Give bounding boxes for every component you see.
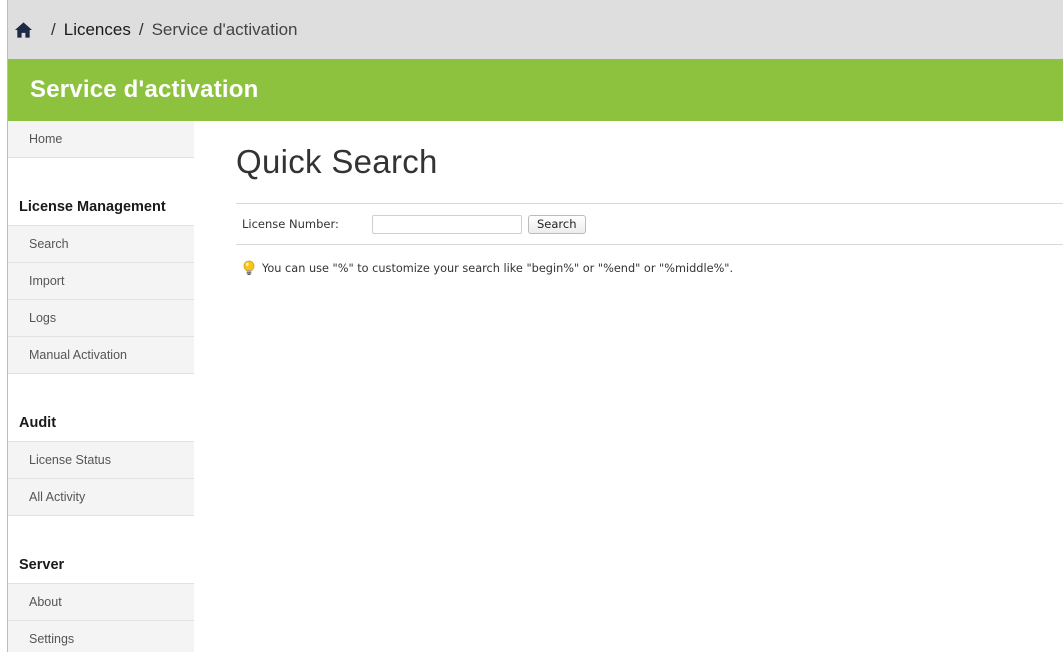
sidebar-item-about[interactable]: About [8, 584, 194, 621]
app-header: Service d'activation [8, 59, 1063, 121]
sidebar-section-audit: Audit [8, 405, 194, 442]
app-title: Service d'activation [30, 76, 259, 103]
breadcrumb-separator: / [138, 19, 144, 39]
sidebar-item-all-activity[interactable]: All Activity [8, 479, 194, 516]
search-hint-text: You can use "%" to customize your search… [262, 261, 734, 275]
app-window: / Licences / Service d'activation Servic… [7, 0, 1063, 652]
sidebar-item-logs[interactable]: Logs [8, 300, 194, 337]
sidebar-spacer [8, 374, 194, 405]
sidebar-section-server: Server [8, 547, 194, 584]
sidebar-spacer [8, 516, 194, 547]
sidebar-item-manual-activation[interactable]: Manual Activation [8, 337, 194, 374]
sidebar-item-license-status[interactable]: License Status [8, 442, 194, 479]
search-hint: You can use "%" to customize your search… [242, 260, 733, 276]
sidebar-section-license-management: License Management [8, 189, 194, 226]
sidebar-spacer [8, 158, 194, 189]
breadcrumb-separator: / [51, 19, 56, 39]
license-number-label: License Number: [242, 217, 339, 231]
sidebar-item-settings[interactable]: Settings [8, 621, 194, 652]
breadcrumb-licences-link[interactable]: Licences [64, 20, 131, 40]
page-title: Quick Search [236, 143, 438, 180]
sidebar-item-search[interactable]: Search [8, 226, 194, 263]
search-button[interactable]: Search [528, 214, 586, 234]
sidebar: Home License Management Search Import Lo… [8, 121, 194, 652]
sidebar-item-import[interactable]: Import [8, 263, 194, 300]
breadcrumb-current: Service d'activation [151, 19, 298, 39]
search-form: License Number: Search [236, 203, 1063, 245]
main-content: Quick Search License Number: Search You … [194, 121, 1063, 652]
lightbulb-icon [243, 260, 255, 275]
sidebar-item-home[interactable]: Home [8, 121, 194, 158]
license-number-input[interactable] [372, 214, 522, 234]
breadcrumb: / Licences / Service d'activation [8, 0, 1063, 59]
home-icon[interactable] [14, 21, 33, 39]
